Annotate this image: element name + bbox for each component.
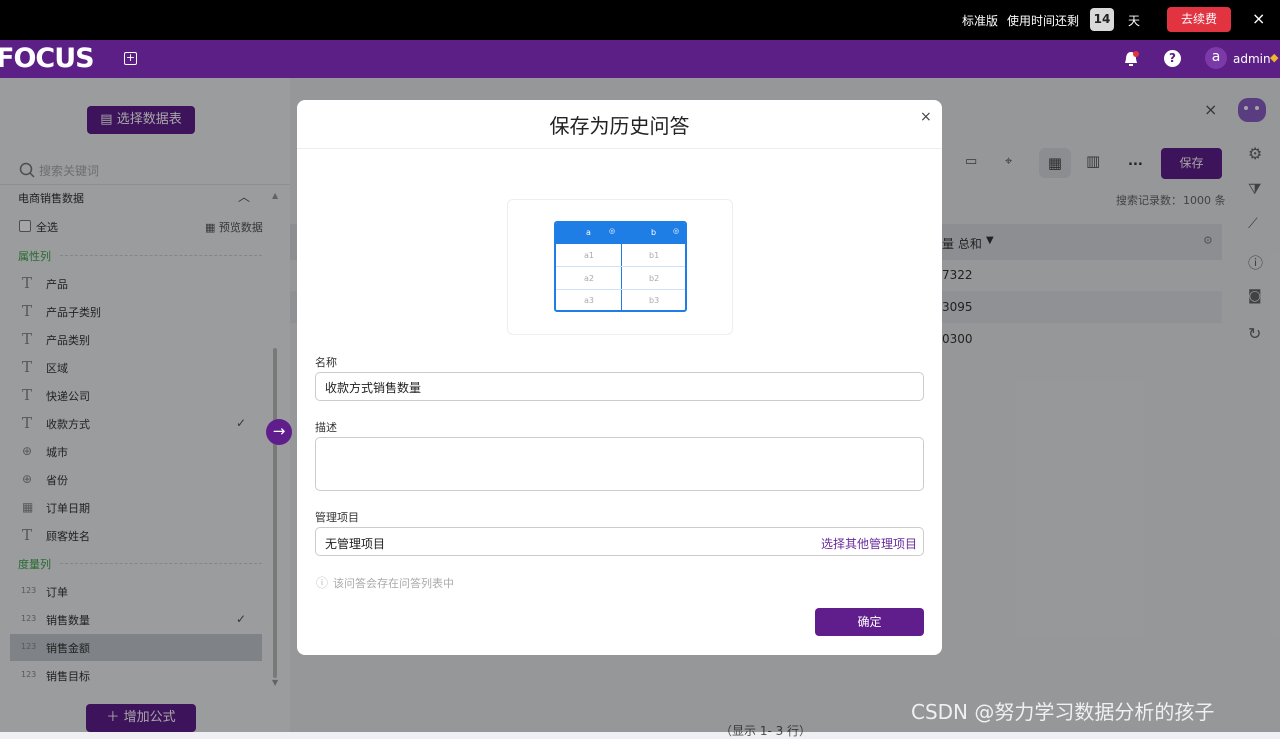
user-name[interactable]: admin bbox=[1233, 52, 1271, 66]
remaining-days-badge: 14 bbox=[1090, 8, 1114, 31]
save-dialog: 保存为历史问答 × a ◎ b ◎ a1 b1 a2 b2 a3 b3 名称 收… bbox=[297, 100, 942, 655]
close-icon[interactable]: × bbox=[1252, 9, 1265, 28]
project-value: 无管理项目 bbox=[325, 537, 386, 551]
arrow-right-icon[interactable]: → bbox=[266, 419, 292, 445]
name-label: 名称 bbox=[315, 356, 337, 369]
hash-icon: ◎ bbox=[609, 227, 616, 235]
dialog-close-icon[interactable]: × bbox=[920, 109, 932, 125]
renew-button[interactable]: 去续费 bbox=[1167, 7, 1231, 32]
name-input-value: 收款方式销售数量 bbox=[325, 381, 422, 395]
preview-cell: a3 bbox=[584, 296, 594, 305]
day-unit: 天 bbox=[1128, 14, 1141, 28]
preview-table-header: a ◎ b ◎ bbox=[556, 223, 685, 244]
preview-header-b: b bbox=[651, 228, 657, 237]
preview-header-a: a bbox=[586, 228, 591, 237]
vip-icon: ◆ bbox=[1270, 51, 1279, 64]
nav-bar: FOCUS + ? a admin ◆ bbox=[0, 40, 1280, 78]
description-textarea[interactable] bbox=[315, 437, 924, 491]
preview-cell: b3 bbox=[649, 296, 660, 305]
project-field: 无管理项目 选择其他管理项目 bbox=[315, 527, 924, 556]
preview-cell: b2 bbox=[649, 274, 660, 283]
divider bbox=[297, 148, 942, 149]
preview-cell: b1 bbox=[649, 251, 660, 260]
remaining-label: 使用时间还剩 bbox=[1007, 14, 1080, 28]
preview-cell: a2 bbox=[584, 274, 594, 283]
bell-icon[interactable] bbox=[1122, 50, 1140, 68]
edition-label: 标准版 bbox=[962, 14, 999, 28]
logo: FOCUS bbox=[0, 43, 95, 74]
info-icon: ⓘ bbox=[316, 576, 329, 590]
preview-table: a ◎ b ◎ a1 b1 a2 b2 a3 b3 bbox=[554, 221, 687, 312]
name-input[interactable]: 收款方式销售数量 bbox=[315, 372, 924, 401]
choose-project-link[interactable]: 选择其他管理项目 bbox=[821, 535, 917, 552]
confirm-button[interactable]: 确定 bbox=[815, 608, 924, 636]
hint-text: 该问答会存在问答列表中 bbox=[333, 577, 454, 590]
add-tab-icon[interactable]: + bbox=[124, 52, 137, 65]
description-label: 描述 bbox=[315, 421, 337, 434]
avatar[interactable]: a bbox=[1205, 47, 1227, 69]
preview-cell: a1 bbox=[584, 251, 594, 260]
top-bar: 标准版 使用时间还剩 14 天 去续费 × bbox=[0, 0, 1280, 40]
preview-card: a ◎ b ◎ a1 b1 a2 b2 a3 b3 bbox=[507, 199, 733, 335]
hash-icon: ◎ bbox=[673, 227, 680, 235]
help-icon[interactable]: ? bbox=[1164, 50, 1181, 67]
dialog-title: 保存为历史问答 bbox=[549, 114, 690, 138]
project-label: 管理项目 bbox=[315, 511, 359, 524]
watermark: CSDN @努力学习数据分析的孩子 bbox=[911, 700, 1215, 724]
